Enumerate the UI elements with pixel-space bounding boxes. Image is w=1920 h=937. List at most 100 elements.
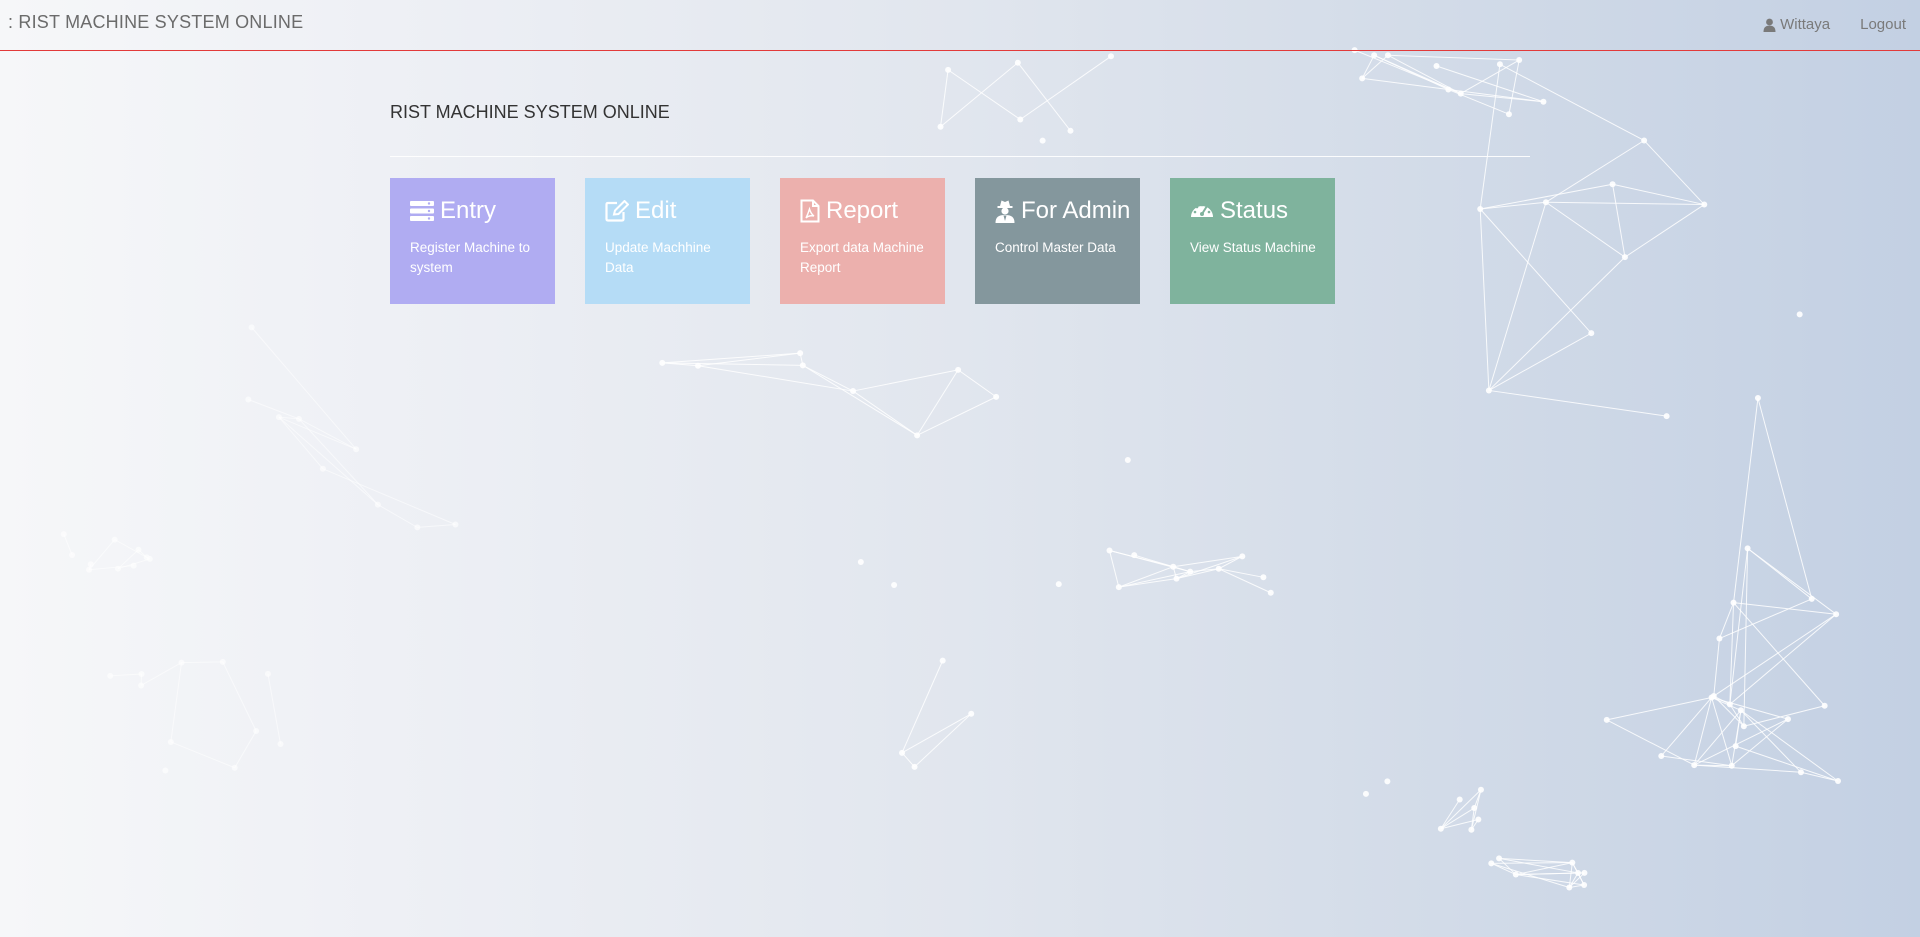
network-line (1479, 208, 1490, 391)
network-line (901, 713, 972, 754)
network-line (1740, 709, 1839, 782)
network-line (947, 69, 1021, 120)
network-line (1440, 789, 1482, 830)
network-line (1643, 140, 1705, 205)
network-line (1499, 63, 1645, 141)
network-node (1215, 565, 1222, 572)
network-line (1387, 54, 1461, 95)
edit-tile[interactable]: Edit Update Machhine Data (585, 178, 750, 304)
report-tile[interactable]: Report Export data Machine Report (780, 178, 945, 304)
admin-tile[interactable]: For Admin Control Master Data (975, 178, 1140, 304)
network-line (222, 661, 257, 732)
logout-link[interactable]: Logout (1860, 16, 1906, 33)
network-line (1440, 799, 1461, 829)
entry-tile-description: Register Machine to system (410, 240, 531, 275)
network-line (1719, 598, 1812, 640)
network-node (353, 446, 360, 453)
network-line (1440, 807, 1475, 830)
network-node (1716, 635, 1723, 642)
report-tile-description: Export data Machine Report (800, 240, 924, 275)
network-node (939, 657, 946, 664)
network-node (1260, 574, 1267, 581)
network-node (135, 546, 142, 553)
network-node (1835, 778, 1842, 785)
network-line (1729, 613, 1837, 705)
network-line (1448, 89, 1544, 103)
network-node (277, 740, 284, 747)
network-node (87, 561, 94, 568)
network-line (1711, 697, 1742, 711)
network-line (1694, 764, 1801, 773)
network-line (1693, 709, 1742, 766)
network-node (1471, 805, 1478, 812)
network-line (1498, 857, 1517, 875)
network-node (1496, 855, 1503, 862)
network-line (1612, 183, 1705, 206)
network-line (1711, 697, 1733, 766)
network-node (1106, 547, 1113, 554)
network-line (1017, 62, 1071, 132)
network-line (1800, 771, 1839, 782)
network-node (264, 670, 271, 677)
network-line (901, 660, 944, 754)
network-line (1176, 571, 1191, 580)
brand-link[interactable]: : RIST MACHINE SYSTEM ONLINE (8, 12, 303, 33)
menu-tiles: Entry Register Machine to system Edit Up… (390, 178, 1365, 304)
server-icon (410, 201, 434, 221)
entry-tile[interactable]: Entry Register Machine to system (390, 178, 555, 304)
network-line (1624, 204, 1705, 258)
network-node (111, 536, 118, 543)
network-line (1361, 54, 1389, 79)
network-node (1609, 181, 1616, 188)
network-line (1480, 183, 1613, 210)
network-line (114, 539, 147, 558)
network-line (1118, 571, 1191, 588)
network-line (1479, 208, 1592, 334)
network-line (1571, 862, 1579, 874)
status-tile[interactable]: Status View Status Machine (1170, 178, 1335, 304)
network-line (697, 352, 801, 367)
network-node (86, 566, 93, 573)
network-line (1173, 555, 1243, 568)
network-line (1498, 857, 1579, 874)
network-node (1603, 716, 1610, 723)
network-line (88, 539, 116, 571)
network-node (1542, 199, 1549, 206)
network-line (1387, 54, 1520, 61)
network-line (1515, 862, 1573, 876)
network-node (146, 555, 153, 562)
network-node (850, 388, 857, 395)
network-line (1571, 862, 1585, 886)
network-line (1479, 64, 1501, 210)
network-node (945, 66, 952, 73)
network-node (1067, 127, 1074, 134)
user-menu[interactable]: Wittaya (1763, 16, 1830, 33)
network-line (1718, 602, 1735, 639)
network-node (937, 123, 944, 130)
network-line (248, 399, 300, 420)
network-line (1747, 547, 1837, 615)
network-line (1693, 697, 1713, 766)
network-line (1172, 566, 1177, 579)
network-line (852, 369, 959, 392)
network-line (377, 504, 418, 528)
network-node (138, 671, 145, 678)
network-line (1747, 547, 1813, 600)
network-line (278, 416, 300, 420)
network-line (1568, 872, 1579, 888)
network-line (1491, 862, 1570, 889)
network-node (1359, 75, 1366, 82)
network-line (1134, 554, 1191, 573)
network-node (1384, 778, 1391, 785)
network-node (993, 393, 1000, 400)
network-node (107, 672, 114, 679)
network-line (1743, 705, 1825, 727)
network-line (88, 564, 92, 570)
network-line (170, 662, 183, 743)
network-node (1737, 707, 1744, 714)
network-line (1218, 568, 1264, 578)
network-node (167, 738, 174, 745)
network-line (1733, 602, 1837, 615)
network-line (1515, 872, 1585, 876)
network-line (1612, 184, 1626, 258)
